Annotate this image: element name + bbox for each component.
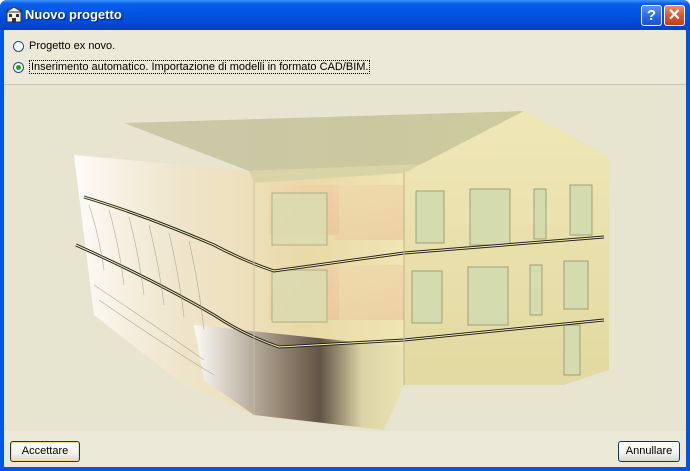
option-new-project[interactable]: Progetto ex novo. <box>13 38 115 54</box>
project-options: Progetto ex novo. Inserimento automatico… <box>4 30 686 84</box>
building-preview <box>4 84 686 432</box>
radio-auto-import[interactable] <box>13 61 24 73</box>
dialog-footer: Accettare Annullare <box>4 431 686 467</box>
window-title: Nuovo progetto <box>25 7 122 22</box>
app-icon <box>6 7 22 23</box>
title-bar[interactable]: Nuovo progetto ? ✕ <box>0 0 690 30</box>
dialog-body: Progetto ex novo. Inserimento automatico… <box>4 30 686 467</box>
radio-new-project[interactable] <box>13 40 24 52</box>
dialog-window: Nuovo progetto ? ✕ Progetto ex novo. Ins… <box>0 0 690 471</box>
option-auto-import[interactable]: Inserimento automatico. Importazione di … <box>13 59 371 75</box>
cancel-button[interactable]: Annullare <box>618 441 680 462</box>
help-button[interactable]: ? <box>641 5 662 26</box>
accept-button[interactable]: Accettare <box>10 441 80 462</box>
building-3d-illustration <box>74 111 609 430</box>
option-auto-import-label: Inserimento automatico. Importazione di … <box>29 60 371 74</box>
close-button[interactable]: ✕ <box>664 5 685 26</box>
option-new-project-label: Progetto ex novo. <box>29 40 116 52</box>
